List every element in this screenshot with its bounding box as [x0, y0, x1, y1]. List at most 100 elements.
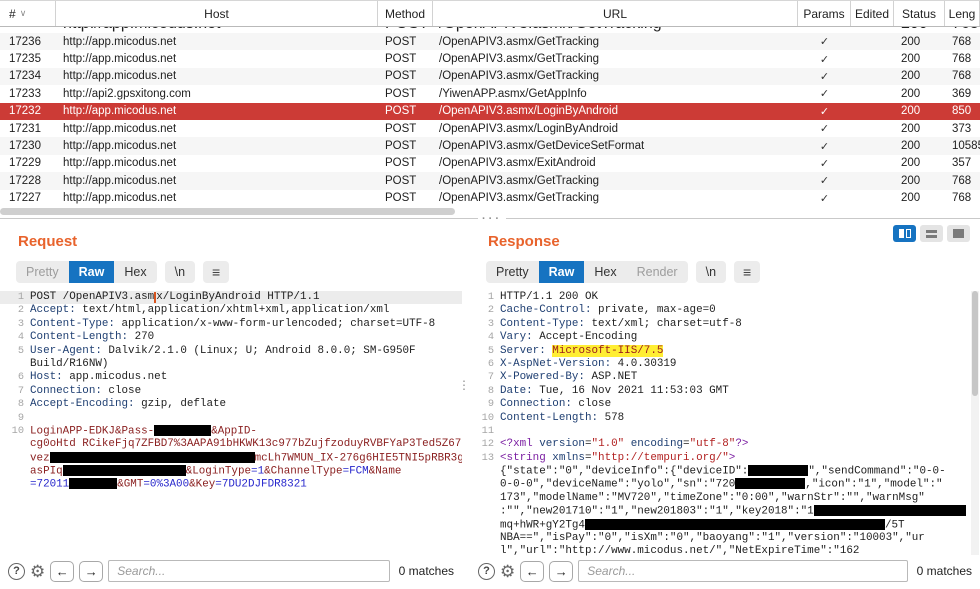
line-content: POST /OpenAPIV3.asmx/LoginByAndroid HTTP… [30, 291, 462, 304]
column-header-length[interactable]: Leng [945, 1, 980, 26]
response-panel-title: Response [488, 233, 560, 250]
response-tab-pretty[interactable]: Pretty [486, 261, 539, 283]
table-row[interactable]: 17232http://app.micodus.netPOST/OpenAPIV… [0, 103, 980, 120]
response-search-prev-button[interactable]: ← [520, 561, 544, 582]
request-tab-raw[interactable]: Raw [69, 261, 115, 283]
code-segment: Server: [500, 345, 546, 357]
response-tab-render[interactable]: Render [627, 261, 688, 283]
table-horizontal-scrollbar-thumb[interactable] [0, 208, 455, 215]
line-content: Date: Tue, 16 Nov 2021 11:53:03 GMT [500, 385, 980, 398]
column-header-host[interactable]: Host [56, 1, 378, 26]
request-tab-pretty[interactable]: Pretty [16, 261, 69, 283]
table-cell-num: 17233 [0, 88, 56, 100]
table-row[interactable]: 17235http://app.micodus.netPOST/OpenAPIV… [0, 50, 980, 67]
table-row[interactable]: 17231http://app.micodus.netPOST/OpenAPIV… [0, 120, 980, 137]
table-cell-num: 17232 [0, 105, 56, 117]
code-segment: ","sendCommand":"0-0- [808, 465, 945, 477]
table-row[interactable]: 17227http://app.micodus.netPOST/OpenAPIV… [0, 190, 980, 207]
table-cell-length: 768 [945, 53, 980, 65]
response-help-icon[interactable]: ? [478, 563, 495, 580]
code-segment: =FCM [343, 465, 369, 477]
editor-line: 6Host: app.micodus.net [0, 371, 462, 384]
code-segment: vez [30, 452, 50, 464]
table-row[interactable]: 17236http://app.micodus.netPOST/OpenAPIV… [0, 33, 980, 50]
table-row[interactable]: 17234http://app.micodus.netPOST/OpenAPIV… [0, 68, 980, 85]
request-search-input[interactable] [108, 560, 389, 582]
line-number: 1 [0, 291, 30, 304]
table-row[interactable]: 17233http://api2.gpsxitong.comPOST/Yiwen… [0, 85, 980, 102]
line-number: 9 [0, 412, 30, 425]
table-cell-length: 768 [945, 192, 980, 204]
table-cell-method: POST [378, 70, 433, 82]
table-row[interactable]: 17230http://app.micodus.netPOST/OpenAPIV… [0, 137, 980, 154]
response-editor[interactable]: 1HTTP/1.1 200 OK2Cache-Control: private,… [470, 291, 980, 556]
code-segment: =1 [251, 465, 264, 477]
layout-single-button[interactable] [947, 225, 970, 242]
line-content: mq+hWR+gY2Tg4/5T [500, 519, 980, 532]
editor-line: cg0oHtd RCikeFjq7ZFBD7%3AAPA91bHKWK13c97… [0, 438, 462, 451]
editor-line: 4Vary: Accept-Encoding [470, 331, 980, 344]
editor-line: 8Date: Tue, 16 Nov 2021 11:53:03 GMT [470, 385, 980, 398]
code-segment: ASP.NET [585, 371, 637, 383]
line-number [470, 545, 500, 556]
column-header-url[interactable]: URL [433, 1, 798, 26]
checkmark-icon: ✓ [820, 27, 829, 30]
table-row[interactable]: http://app.micodus.netPOST/OpenAPIV3.asm… [0, 27, 980, 32]
layout-columns-button[interactable] [893, 225, 916, 242]
response-tab-newline[interactable]: \n [696, 261, 726, 283]
redaction-box [814, 505, 966, 516]
single-layout-icon [953, 229, 964, 238]
column-header-number[interactable]: # ∨ [0, 1, 56, 26]
response-settings-gear-icon[interactable]: ⚙ [500, 563, 515, 580]
code-segment: Accept: [30, 304, 76, 316]
request-menu-icon[interactable]: ≡ [203, 261, 229, 283]
table-cell-status: 200 [894, 192, 945, 204]
response-search-input[interactable] [578, 560, 907, 582]
request-settings-gear-icon[interactable]: ⚙ [30, 563, 45, 580]
code-segment: Content-Type: [30, 318, 115, 330]
table-cell-url: /YiwenAPP.asmx/GetAppInfo [433, 88, 798, 100]
table-cell-length: 768 [945, 70, 980, 82]
column-header-edited[interactable]: Edited [851, 1, 894, 26]
table-cell-method: POST [378, 27, 433, 33]
column-header-method[interactable]: Method [378, 1, 433, 26]
table-body: 17236http://app.micodus.netPOST/OpenAPIV… [0, 33, 980, 207]
table-cell-num: 17235 [0, 53, 56, 65]
line-content: vezmcLh7WMUN_IX-276g6HIE5TNI5pRBR3gv [30, 452, 462, 465]
column-header-status[interactable]: Status [894, 1, 945, 26]
request-search-prev-button[interactable]: ← [50, 561, 74, 582]
request-search-next-button[interactable]: → [79, 561, 103, 582]
response-search-next-button[interactable]: → [549, 561, 573, 582]
request-help-icon[interactable]: ? [8, 563, 25, 580]
layout-rows-button[interactable] [920, 225, 943, 242]
response-tab-hex[interactable]: Hex [584, 261, 626, 283]
table-row[interactable]: 17228http://app.micodus.netPOST/OpenAPIV… [0, 172, 980, 189]
rows-layout-icon [926, 230, 937, 238]
response-panel: Response PrettyRawHexRender \n ≡ 1HTTP/1… [470, 219, 980, 589]
table-cell-status: 200 [894, 157, 945, 169]
response-vertical-scrollbar-thumb[interactable] [972, 291, 978, 396]
request-tab-newline[interactable]: \n [165, 261, 195, 283]
code-segment: POST /OpenAPIV3.asm [30, 291, 154, 303]
code-segment: Build/R16NW) [30, 358, 108, 370]
response-tab-raw[interactable]: Raw [539, 261, 585, 283]
line-content: Content-Type: text/xml; charset=utf-8 [500, 318, 980, 331]
table-row[interactable]: 17229http://app.micodus.netPOST/OpenAPIV… [0, 155, 980, 172]
line-content: 0-0-0","deviceName":"yolo","sn":"720,"ic… [500, 478, 980, 491]
table-cell-length: 768 [945, 175, 980, 187]
line-number [0, 452, 30, 465]
line-number: 4 [0, 331, 30, 344]
code-segment: /5T [885, 519, 905, 531]
request-tab-hex[interactable]: Hex [114, 261, 156, 283]
checkmark-icon: ✓ [820, 70, 829, 83]
line-content: Server: Microsoft-IIS/7.5 [500, 345, 980, 358]
editor-line: 10Content-Length: 578 [470, 412, 980, 425]
response-menu-icon[interactable]: ≡ [734, 261, 760, 283]
code-segment: :"","new201710":"1","new201803":"1","key… [500, 506, 814, 518]
table-cell-status: 200 [894, 123, 945, 135]
code-segment: <?xml [500, 438, 533, 450]
column-header-params[interactable]: Params [798, 1, 851, 26]
table-cell-params: ✓ [798, 192, 851, 205]
code-segment: private, max-age=0 [592, 304, 716, 316]
request-editor[interactable]: 1POST /OpenAPIV3.asmx/LoginByAndroid HTT… [0, 291, 462, 556]
